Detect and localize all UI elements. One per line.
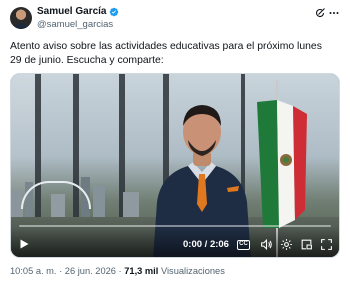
picture-in-picture-button[interactable] xyxy=(299,237,313,251)
author-name-row: Samuel García xyxy=(37,6,119,17)
avatar[interactable] xyxy=(10,7,32,29)
grok-icon[interactable] xyxy=(314,7,326,19)
verified-badge-icon xyxy=(110,7,119,16)
author-handle[interactable]: @samuel_garcias xyxy=(37,19,113,30)
video-progress-bar[interactable] xyxy=(19,225,331,227)
meta-separator: · xyxy=(115,266,125,276)
fullscreen-button[interactable] xyxy=(319,237,333,251)
views-count: 71,3 mil xyxy=(124,266,159,276)
settings-button[interactable] xyxy=(279,237,293,251)
video-current-time: 0:00 xyxy=(183,239,203,250)
video-controls-bar: 0:00 / 2:06 CC xyxy=(11,225,339,257)
meta-separator: · xyxy=(56,266,65,276)
captions-button[interactable]: CC xyxy=(237,240,250,250)
volume-button[interactable] xyxy=(259,237,273,251)
play-icon xyxy=(20,239,29,249)
fullscreen-icon xyxy=(320,238,332,250)
tweet-header: Samuel García @samuel_garcias xyxy=(10,5,340,33)
more-icon[interactable] xyxy=(328,7,340,19)
author-name[interactable]: Samuel García xyxy=(37,6,106,17)
video-player[interactable]: 0:00 / 2:06 CC xyxy=(10,73,340,258)
tweet-date[interactable]: 26 jun. 2026 xyxy=(65,266,116,276)
video-time-separator: / xyxy=(202,239,210,250)
views-label: Visualizaciones xyxy=(160,266,225,276)
video-duration: 2:06 xyxy=(209,239,229,250)
tweet-time[interactable]: 10:05 a. m. xyxy=(10,266,57,276)
tweet-meta: 10:05 a. m. · 26 jun. 2026 · 71,3 mil Vi… xyxy=(10,266,225,276)
settings-icon xyxy=(280,238,292,250)
picture-in-picture-icon xyxy=(301,239,312,249)
play-button[interactable] xyxy=(17,237,31,251)
volume-icon xyxy=(260,238,272,250)
video-time: 0:00 / 2:06 xyxy=(183,239,229,250)
tweet-text: Atento aviso sobre las actividades educa… xyxy=(10,41,322,66)
